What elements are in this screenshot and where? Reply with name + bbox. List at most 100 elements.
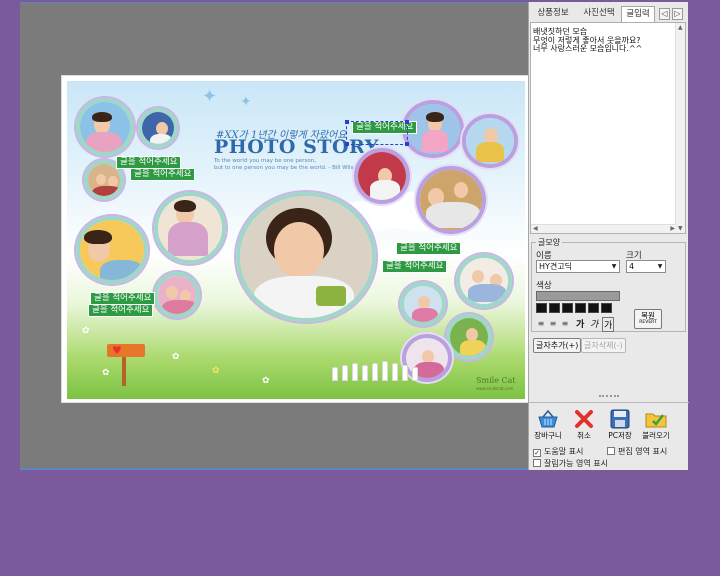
watermark-logo: Smile Cat (476, 376, 516, 385)
photo-slot[interactable] (154, 192, 226, 264)
show-edit-area-label: 편집 영역 표시 (618, 447, 668, 456)
load-button[interactable]: 불러오기 (639, 409, 673, 441)
text-input-area[interactable]: 배냇짓하던 모습 무엇이 저렇게 좋아서 웃을까요? 너무 사랑스러운 모습입니… (530, 22, 686, 234)
main-photo-slot[interactable] (236, 192, 376, 322)
resize-handle[interactable] (345, 120, 349, 124)
quote-line-1: To the world you may be one person, (214, 158, 316, 164)
photo-slot[interactable] (400, 282, 446, 326)
chevron-down-icon[interactable]: ▼ (609, 261, 619, 272)
signpost-pole (122, 356, 126, 386)
tab-scroll-right-icon[interactable]: ▷ (672, 8, 683, 20)
text-style-title: 글모양 (536, 237, 563, 248)
photo-slot[interactable] (354, 148, 410, 204)
heart-icon: ♥ (112, 344, 122, 357)
font-size-select[interactable]: 4 ▼ (626, 260, 666, 273)
horizontal-scrollbar[interactable]: ◀ ▶ (531, 224, 677, 233)
editor-line: 너무 사랑스러운 모습입니다.^^ (533, 44, 643, 53)
align-center-icon[interactable]: ≡ (548, 319, 558, 328)
flower-icon: ✿ (82, 326, 90, 336)
photo-slot[interactable] (154, 272, 200, 318)
tab-product-info[interactable]: 상품정보 (531, 6, 575, 22)
cancel-label: 취소 (577, 431, 591, 440)
color-swatch[interactable] (549, 303, 560, 313)
photo-slot[interactable] (456, 254, 512, 308)
add-text-button[interactable]: 글자추가(+) (533, 338, 582, 353)
show-cut-area-checkbox[interactable] (533, 459, 541, 467)
picket-fence (332, 361, 442, 381)
italic-button[interactable]: 가 (590, 317, 598, 330)
align-right-icon[interactable]: ≡ (560, 319, 570, 328)
photo-book-page[interactable]: ✦ ✦ #XX가 1년간 이렇게 자랐어요 PHOTO STORY To the… (61, 75, 529, 403)
scroll-right-icon[interactable]: ▶ (670, 225, 675, 232)
photo-slot[interactable] (76, 98, 134, 156)
save-to-pc-button[interactable]: PC저장 (603, 409, 637, 441)
floppy-disk-icon (609, 409, 631, 429)
panel-tabs: 상품정보 사진선택 글입력 ◁ ▷ (529, 6, 689, 22)
load-label: 불러오기 (642, 431, 670, 440)
show-help-option[interactable]: ✓ 도움말 표시 (533, 446, 583, 457)
revert-button[interactable]: 복원 REVERT (634, 309, 662, 329)
editor-content[interactable]: 배냇짓하던 모습 무엇이 저렇게 좋아서 웃을까요? 너무 사랑스러운 모습입니… (533, 27, 673, 54)
text-label[interactable]: 글을 적어주세요 (382, 260, 448, 273)
text-style-group: 글모양 이름 크기 HY견고딕 ▼ 4 ▼ 색상 ≡ ≡ ≡ 가 가 가 복원 … (531, 237, 686, 332)
font-name-value: HY견고딕 (539, 262, 572, 271)
quote-line-2: but to one person you may be the world. … (214, 165, 365, 171)
toolbar: 장바구니 취소 PC저장 불러오기 (529, 402, 689, 444)
tab-photo-select[interactable]: 사진선택 (577, 6, 621, 22)
scroll-left-icon[interactable]: ◀ (533, 225, 538, 232)
tab-scroll-left-icon[interactable]: ◁ (659, 8, 670, 20)
flower-icon: ✿ (212, 366, 220, 376)
flower-icon: ✿ (102, 368, 110, 378)
selection-frame[interactable] (345, 120, 409, 146)
color-label: 색상 (536, 281, 552, 291)
folder-load-icon (645, 409, 667, 429)
bold-button[interactable]: 가 (576, 317, 584, 330)
resize-handle[interactable] (405, 120, 409, 124)
scroll-up-icon[interactable]: ▲ (678, 24, 683, 31)
photo-slot[interactable] (462, 114, 518, 168)
font-size-value: 4 (629, 262, 635, 271)
cart-label: 장바구니 (534, 431, 562, 440)
basket-icon (537, 409, 559, 429)
text-label[interactable]: 글을 적어주세요 (396, 242, 462, 255)
color-swatch[interactable] (575, 303, 586, 313)
photo-slot[interactable] (138, 108, 178, 148)
show-help-label: 도움말 표시 (544, 447, 584, 456)
resize-handle[interactable] (405, 142, 409, 146)
show-edit-area-option[interactable]: 편집 영역 표시 (607, 446, 667, 457)
show-edit-area-checkbox[interactable] (607, 447, 615, 455)
text-label[interactable]: 글을 적어주세요 (88, 304, 154, 317)
photo-slot[interactable] (446, 314, 492, 360)
editor-canvas[interactable]: ✦ ✦ #XX가 1년간 이렇게 자랐어요 PHOTO STORY To the… (20, 2, 529, 470)
scroll-down-icon[interactable]: ▼ (678, 225, 683, 232)
font-name-select[interactable]: HY견고딕 ▼ (536, 260, 620, 273)
splitter-grip[interactable] (599, 395, 619, 397)
revert-label: 복원 (641, 311, 655, 320)
color-swatch[interactable] (562, 303, 573, 313)
tab-text-input[interactable]: 글입력 (621, 6, 655, 22)
flower-icon: ✿ (172, 352, 180, 362)
delete-text-button[interactable]: 글자삭제(-) (581, 338, 626, 353)
chevron-down-icon[interactable]: ▼ (655, 261, 665, 272)
color-swatch[interactable] (536, 303, 547, 313)
align-left-icon[interactable]: ≡ (536, 319, 546, 328)
sparkle-icon: ✦ (202, 86, 218, 107)
resize-handle[interactable] (345, 142, 349, 146)
cancel-button[interactable]: 취소 (567, 409, 601, 441)
vertical-scrollbar[interactable]: ▲ ▼ (675, 23, 685, 233)
text-label[interactable]: 글을 적어주세요 (130, 168, 196, 181)
outline-button[interactable]: 가 (602, 317, 615, 332)
show-help-checkbox[interactable]: ✓ (533, 449, 541, 457)
watermark-url: www.smilecat.com (476, 386, 514, 391)
color-swatch[interactable] (601, 303, 612, 313)
color-swatch[interactable] (588, 303, 599, 313)
photo-slot[interactable] (76, 216, 148, 284)
show-cut-area-option[interactable]: 잘림가능 영역 표시 (533, 458, 608, 469)
photo-slot[interactable] (416, 166, 486, 234)
cancel-x-icon (573, 409, 595, 429)
cart-button[interactable]: 장바구니 (531, 409, 565, 441)
current-color-bar[interactable] (536, 291, 620, 301)
side-panel: 상품정보 사진선택 글입력 ◁ ▷ 배냇짓하던 모습 무엇이 저렇게 좋아서 웃… (528, 2, 689, 470)
sparkle-icon: ✦ (240, 94, 252, 110)
save-to-pc-label: PC저장 (608, 431, 632, 440)
